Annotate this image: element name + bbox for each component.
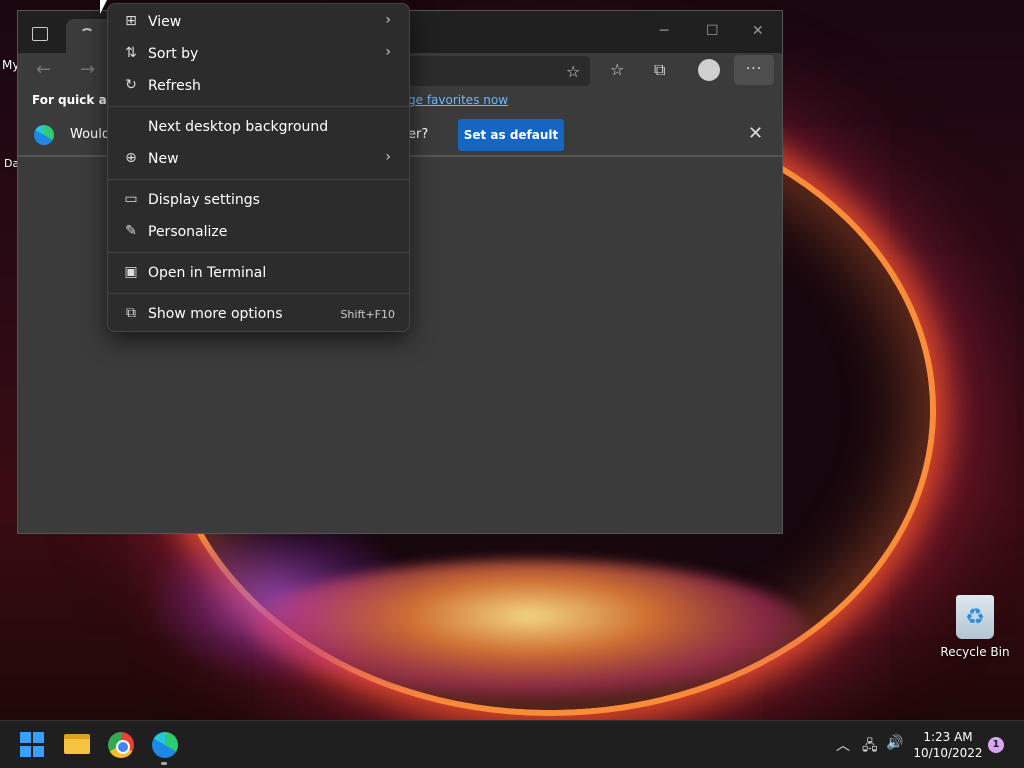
menu-item-show-more-options[interactable]: ⧉ Show more options Shift+F10	[112, 299, 407, 329]
menu-item-label: Show more options	[148, 306, 283, 322]
close-notice-icon[interactable]: ✕	[748, 123, 763, 144]
menu-item-refresh[interactable]: ↻ Refresh	[112, 71, 407, 101]
menu-separator	[108, 293, 409, 294]
menu-item-new[interactable]: ⊕ New ›	[112, 144, 407, 174]
chevron-right-icon: ›	[385, 44, 391, 60]
menu-item-label: Open in Terminal	[148, 265, 267, 281]
network-icon[interactable]: 🖧	[862, 735, 878, 759]
menu-item-label: Sort by	[148, 46, 199, 62]
wallpaper-glow-bottom	[250, 560, 810, 700]
menu-item-label: Personalize	[148, 224, 228, 240]
menu-item-label: View	[148, 14, 182, 30]
start-button[interactable]	[20, 732, 46, 758]
close-icon[interactable]: ✕	[752, 23, 764, 39]
recycle-bin-label: Recycle Bin	[940, 645, 1010, 659]
plus-circle-icon: ⊕	[125, 150, 137, 166]
recycle-bin-icon: ♻	[956, 595, 994, 639]
notice-question-end: er?	[408, 127, 429, 142]
chevron-right-icon: ›	[385, 149, 391, 165]
menu-item-view[interactable]: ⊞ View ›	[112, 7, 407, 37]
taskbar: ︿ 🖧 🔊 1:23 AM 10/10/2022 1	[0, 720, 1024, 768]
add-favorite-icon[interactable]: ☆	[566, 62, 580, 81]
notice-question-start: Would	[70, 127, 111, 142]
menu-separator	[108, 179, 409, 180]
menu-item-personalize[interactable]: ✎ Personalize	[112, 217, 407, 247]
desktop-context-menu: ⊞ View › ⇅ Sort by › ↻ Refresh Next desk…	[107, 3, 410, 332]
back-arrow-icon[interactable]: ←	[36, 59, 51, 80]
clock-date: 10/10/2022	[913, 746, 983, 760]
tab-actions-icon[interactable]	[32, 27, 48, 41]
menu-item-sort-by[interactable]: ⇅ Sort by ›	[112, 39, 407, 69]
maximize-icon[interactable]: ☐	[706, 23, 719, 39]
chevron-up-icon[interactable]: ︿	[836, 735, 850, 755]
sort-icon: ⇅	[125, 45, 137, 61]
grid-icon: ⊞	[125, 13, 137, 29]
display-icon: ▭	[124, 191, 138, 207]
clock-time: 1:23 AM	[923, 730, 973, 744]
terminal-icon: ▣	[124, 264, 138, 280]
menu-item-label: Refresh	[148, 78, 201, 94]
volume-icon[interactable]: 🔊	[886, 735, 903, 751]
menu-separator	[108, 252, 409, 253]
menu-item-display-settings[interactable]: ▭ Display settings	[112, 185, 407, 215]
running-indicator	[161, 762, 167, 765]
more-options-icon: ⧉	[126, 305, 136, 321]
notification-badge[interactable]: 1	[988, 737, 1004, 753]
chrome-icon[interactable]	[108, 732, 134, 758]
clock[interactable]: 1:23 AM 10/10/2022	[912, 729, 984, 761]
favorites-icon[interactable]: ☆	[610, 60, 624, 79]
menu-item-label: Next desktop background	[148, 119, 329, 135]
refresh-icon: ↻	[125, 77, 137, 93]
menu-separator	[108, 106, 409, 107]
menu-item-label: New	[148, 151, 179, 167]
mouse-cursor-icon	[100, 0, 107, 14]
settings-more-button[interactable]: ···	[734, 55, 774, 85]
loading-spinner-icon	[80, 28, 94, 42]
address-bar[interactable]: ☆	[408, 56, 590, 86]
menu-item-next-background[interactable]: Next desktop background	[112, 112, 407, 142]
edge-taskbar-icon[interactable]	[152, 732, 178, 758]
minimize-icon[interactable]: ─	[660, 23, 668, 39]
forward-arrow-icon[interactable]: →	[80, 59, 95, 80]
menu-item-shortcut: Shift+F10	[340, 308, 395, 321]
set-as-default-button[interactable]: Set as default	[458, 119, 564, 151]
file-explorer-icon[interactable]	[64, 734, 90, 754]
chevron-right-icon: ›	[385, 12, 391, 28]
edge-logo-icon	[34, 125, 54, 145]
collections-icon[interactable]: ⧉	[654, 60, 665, 80]
menu-item-open-terminal[interactable]: ▣ Open in Terminal	[112, 258, 407, 288]
menu-item-label: Display settings	[148, 192, 260, 208]
manage-favorites-link[interactable]: ge favorites now	[408, 93, 508, 107]
brush-icon: ✎	[125, 223, 137, 239]
recycle-bin[interactable]: ♻ Recycle Bin	[940, 595, 1010, 660]
profile-avatar-icon[interactable]	[698, 59, 720, 81]
